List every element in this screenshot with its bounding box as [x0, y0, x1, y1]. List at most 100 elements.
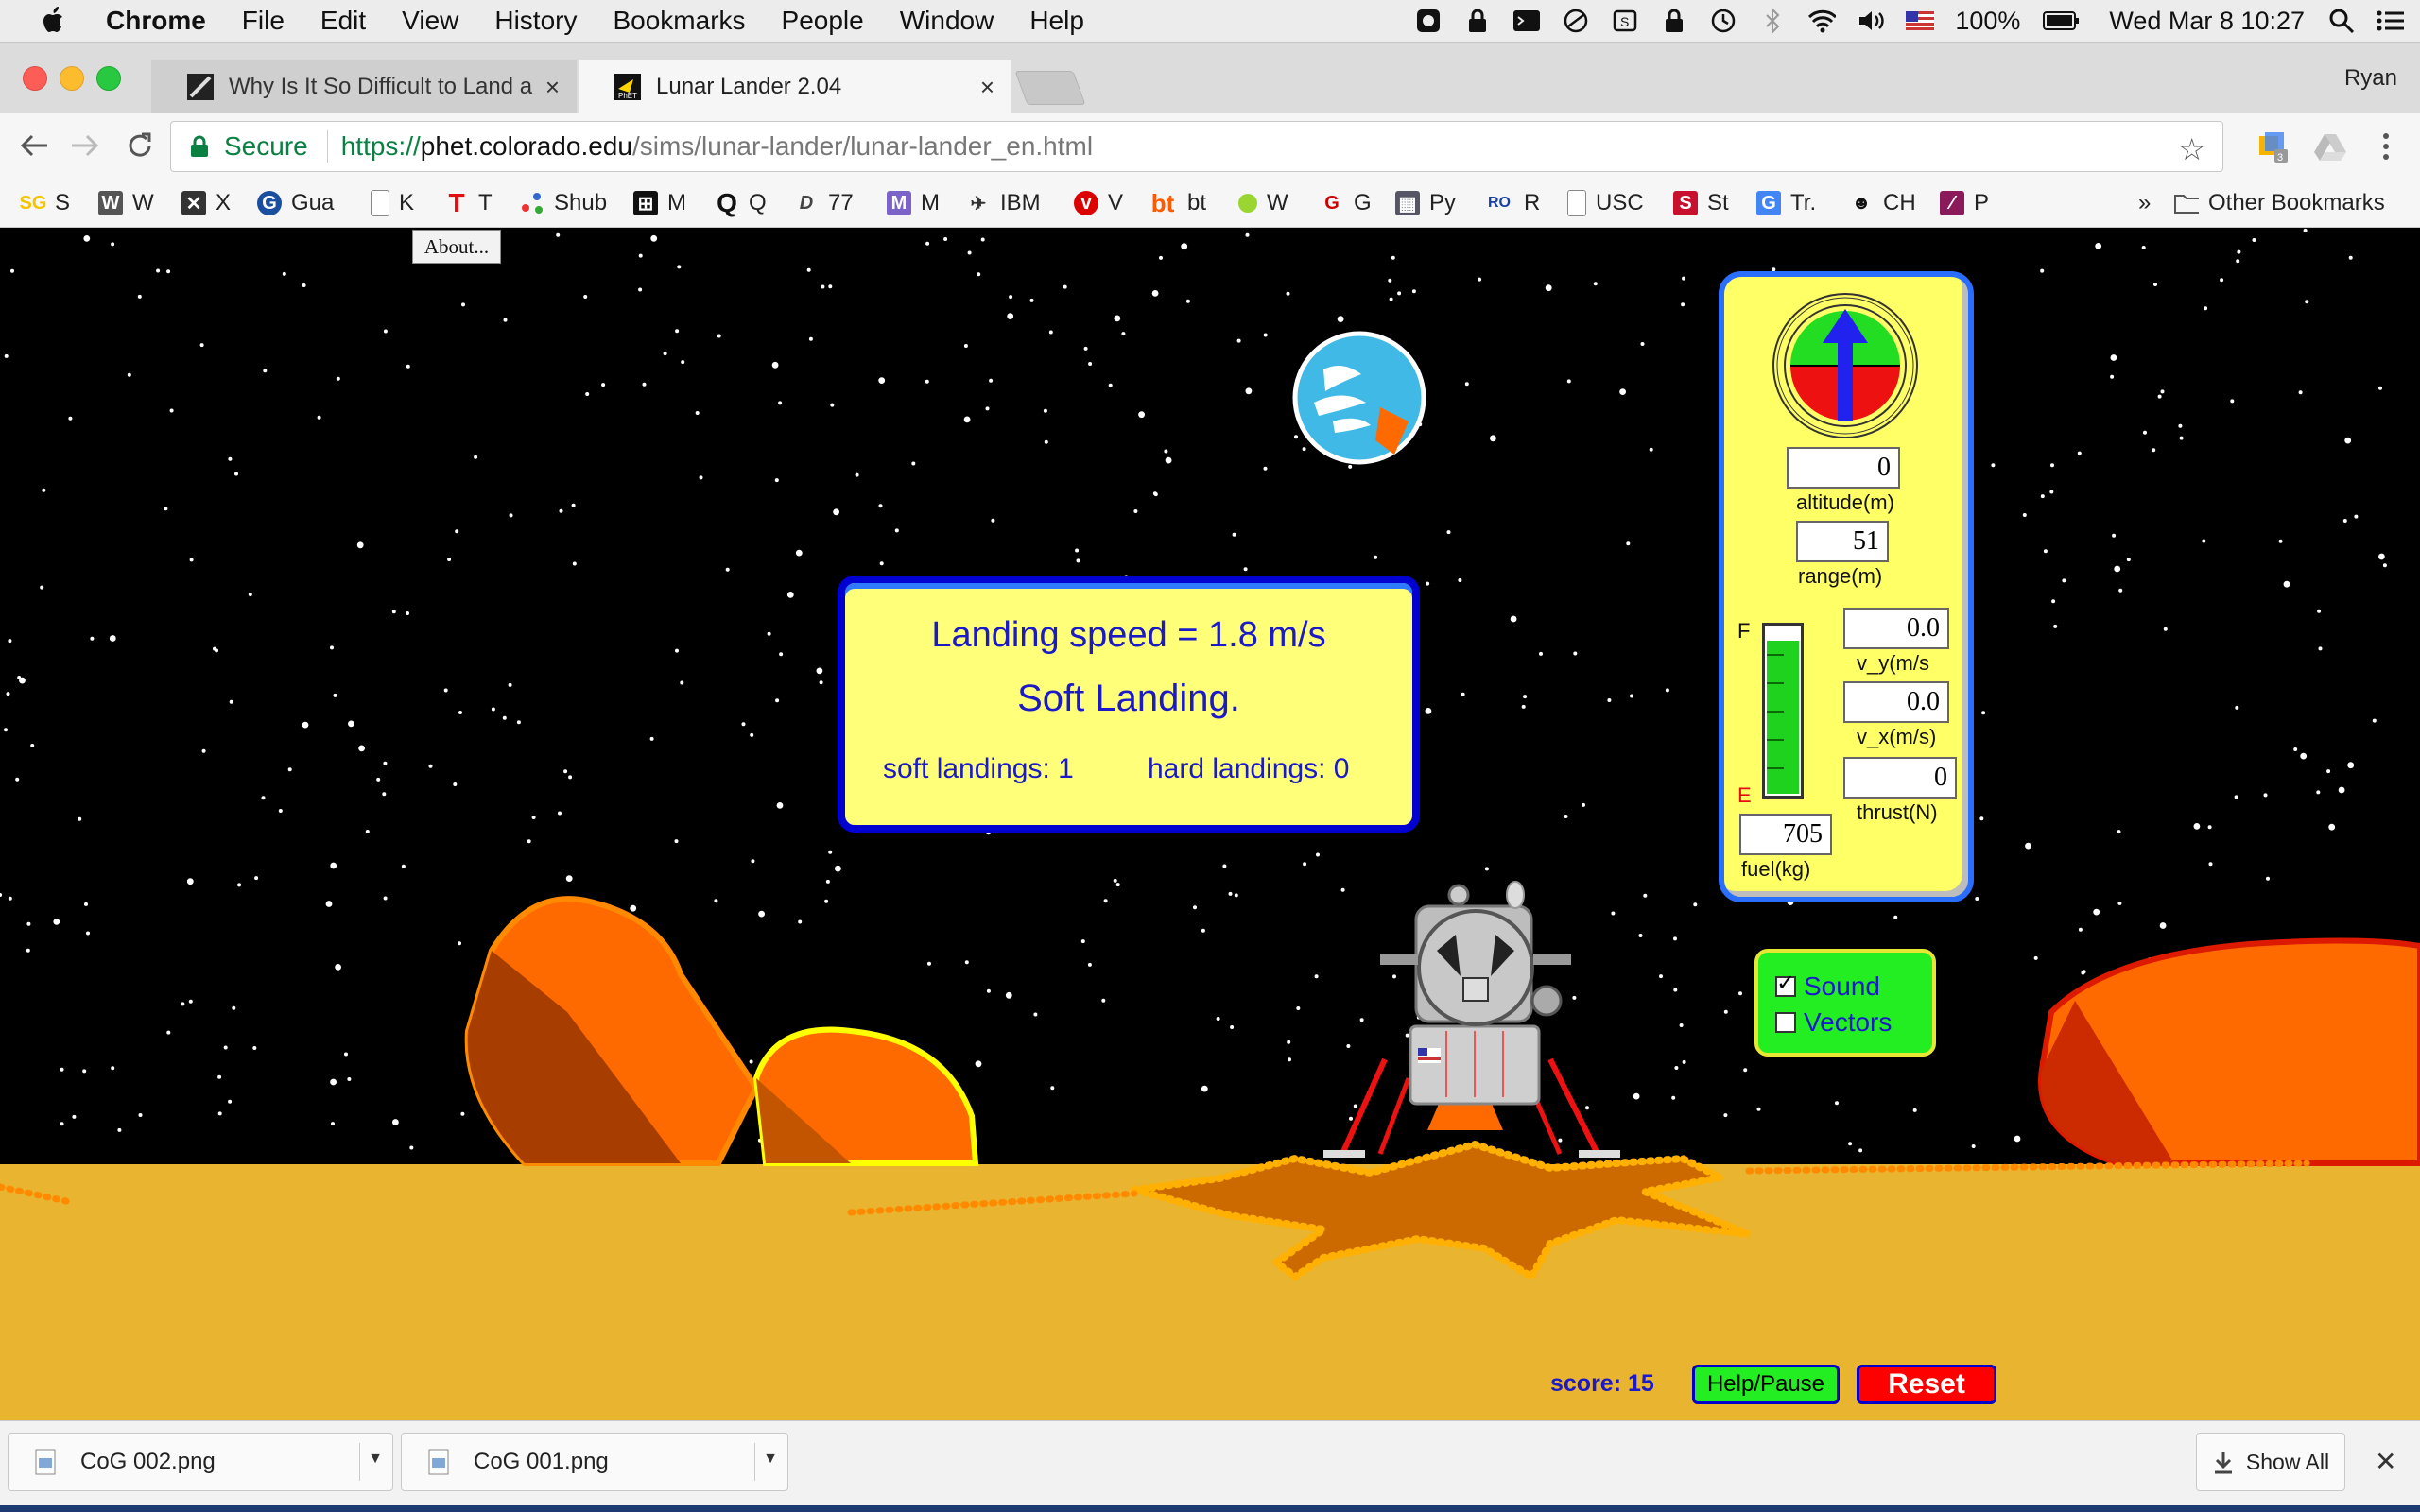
vectors-checkbox[interactable] — [1775, 1012, 1796, 1033]
time-machine-icon[interactable] — [1709, 7, 1737, 35]
new-tab-button[interactable] — [1014, 71, 1086, 105]
bookmark-gua[interactable]: G Gua — [257, 187, 334, 219]
close-tab-icon[interactable]: × — [545, 73, 560, 102]
tab-lunar-lander[interactable]: PhET Lunar Lander 2.04 × — [579, 60, 1011, 113]
download-filename: CoG 002.png — [80, 1449, 216, 1474]
bookmark-k[interactable]: K — [371, 187, 414, 219]
minimize-window-button[interactable] — [60, 66, 84, 91]
bookmark-star-icon[interactable]: ☆ — [2178, 131, 2205, 167]
app-status-icon[interactable] — [1414, 7, 1443, 35]
download-item[interactable]: CoG 002.png ▼ — [8, 1433, 393, 1491]
bookmark-py[interactable]: ▦ Py — [1395, 187, 1456, 219]
chrome-menu-icon[interactable] — [2375, 130, 2397, 163]
terminal-icon[interactable] — [1512, 7, 1541, 35]
forward-arrow-icon — [72, 134, 99, 157]
bookmark-77[interactable]: D 77 — [794, 187, 854, 219]
bookmark-w[interactable]: WW — [98, 187, 154, 219]
bookmark-m2[interactable]: MM — [887, 187, 940, 219]
battery-percent: 100% — [1955, 6, 2021, 35]
lunar-lander-sim[interactable]: About... Landing speed = 1.8 m/s Soft La… — [0, 228, 2420, 1420]
profile-name[interactable]: Ryan — [2344, 65, 2397, 92]
bookmark-v[interactable]: vV — [1074, 187, 1123, 219]
vectors-toggle[interactable]: Vectors — [1775, 1007, 1892, 1038]
menu-view[interactable]: View — [402, 6, 458, 36]
close-tab-icon[interactable]: × — [980, 73, 994, 102]
bookmark-p[interactable]: ⁄ P — [1940, 187, 1989, 219]
bluetooth-icon[interactable] — [1758, 7, 1787, 35]
dust-splash — [0, 1140, 2310, 1282]
lock-status-icon[interactable] — [1463, 7, 1492, 35]
bookmark-g[interactable]: GG — [1320, 187, 1371, 219]
extension-icon[interactable]: 3 — [2257, 130, 2290, 163]
bookmark-tr[interactable]: G Tr. — [1756, 187, 1816, 219]
download-options-icon[interactable]: ▼ — [763, 1451, 778, 1468]
fuel-gauge-tick — [1767, 767, 1784, 769]
bookmarks-overflow-button[interactable]: » — [2138, 187, 2151, 219]
notification-center-icon[interactable] — [2377, 7, 2405, 35]
sound-checkbox[interactable] — [1775, 970, 1796, 997]
apple-icon[interactable] — [40, 5, 68, 37]
clock[interactable]: Wed Mar 8 10:27 — [2109, 7, 2305, 36]
menu-app-chrome[interactable]: Chrome — [106, 6, 206, 36]
other-bookmarks-label: Other Bookmarks — [2208, 190, 2385, 215]
bookmark-usc[interactable]: USC — [1567, 187, 1644, 219]
menu-file[interactable]: File — [242, 6, 285, 36]
tab-why-difficult[interactable]: Why Is It So Difficult to Land a × — [151, 60, 577, 113]
bookmark-shub[interactable]: Shub — [520, 187, 607, 219]
keychain-lock-icon[interactable] — [1660, 7, 1688, 35]
us-flag-input-icon[interactable] — [1906, 7, 1935, 35]
close-downloads-icon[interactable]: ✕ — [2375, 1446, 2396, 1477]
bookmark-x[interactable]: ✕ X — [182, 187, 231, 219]
about-button[interactable]: About... — [412, 230, 501, 264]
do-not-disturb-icon[interactable] — [1562, 7, 1590, 35]
url-host: phet.colorado.edu — [420, 131, 632, 161]
wifi-icon[interactable] — [1807, 7, 1837, 35]
drive-extension-icon[interactable] — [2314, 132, 2346, 161]
url-scheme: https:// — [340, 131, 421, 161]
bookmark-q[interactable]: QQ — [715, 187, 767, 219]
download-divider — [359, 1443, 360, 1481]
bookmark-favicon-icon — [1238, 194, 1257, 213]
fuel-empty-label: E — [1737, 783, 1752, 807]
macos-menubar: Chrome File Edit View History Bookmarks … — [0, 0, 2420, 43]
bookmark-ch[interactable]: ☻ CH — [1849, 187, 1915, 219]
address-bar[interactable]: Secure https:// phet.colorado.edu /sims/… — [170, 121, 2223, 172]
help-pause-button[interactable]: Help/Pause — [1692, 1365, 1840, 1404]
menu-help[interactable]: Help — [1029, 6, 1084, 36]
folder-icon — [2174, 191, 2199, 215]
download-item[interactable]: CoG 001.png ▼ — [401, 1433, 788, 1491]
spotlight-search-icon[interactable] — [2327, 7, 2356, 35]
bookmark-r[interactable]: RO R — [1484, 187, 1540, 219]
menu-bookmarks[interactable]: Bookmarks — [613, 6, 745, 36]
reload-button[interactable] — [121, 127, 159, 164]
bookmark-w2[interactable]: W — [1238, 187, 1288, 219]
bookmark-s[interactable]: SG S — [20, 187, 70, 219]
url-path: /sims/lunar-lander/lunar-lander_en.html — [631, 131, 1094, 161]
rock-left-small — [752, 1026, 979, 1166]
menu-history[interactable]: History — [494, 6, 577, 36]
display-mirror-icon[interactable]: S — [1611, 7, 1639, 35]
bookmark-label: Tr. — [1790, 190, 1817, 215]
bookmark-t[interactable]: TT — [444, 187, 492, 219]
page-icon — [1567, 190, 1586, 216]
download-options-icon[interactable]: ▼ — [368, 1451, 383, 1468]
bookmark-bt[interactable]: bt bt — [1148, 187, 1206, 219]
bookmark-m1[interactable]: ⊞ M — [633, 187, 686, 219]
bookmark-st[interactable]: S St — [1673, 187, 1729, 219]
close-window-button[interactable] — [23, 66, 47, 91]
menu-people[interactable]: People — [782, 6, 864, 36]
menu-edit[interactable]: Edit — [320, 6, 366, 36]
sound-toggle[interactable]: Sound — [1775, 970, 1880, 1002]
attitude-indicator-icon — [1772, 293, 1918, 438]
back-button[interactable] — [15, 127, 53, 164]
reset-button[interactable]: Reset — [1857, 1365, 1996, 1404]
bookmark-ibm[interactable]: ✈ IBM — [966, 187, 1041, 219]
menu-window[interactable]: Window — [900, 6, 994, 36]
volume-icon[interactable] — [1857, 7, 1885, 35]
other-bookmarks-button[interactable]: Other Bookmarks — [2174, 187, 2385, 219]
bookmark-label: P — [1974, 190, 1990, 215]
show-all-downloads-button[interactable]: Show All — [2196, 1433, 2345, 1491]
forward-button[interactable] — [66, 127, 104, 164]
zoom-window-button[interactable] — [96, 66, 121, 91]
battery-icon[interactable] — [2043, 7, 2081, 35]
